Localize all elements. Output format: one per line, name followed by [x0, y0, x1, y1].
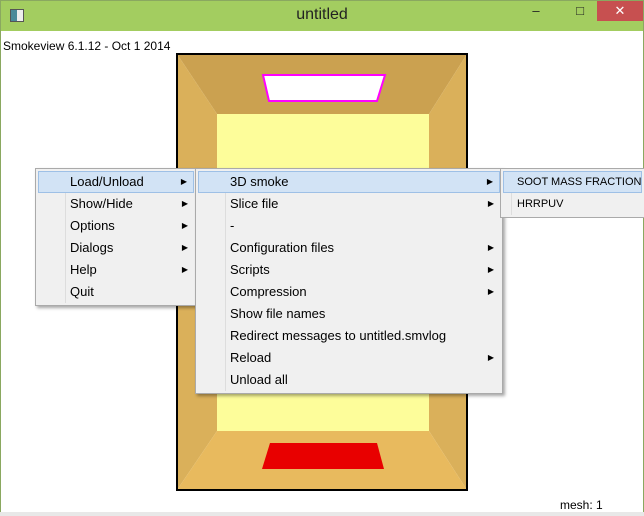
fire-burner — [262, 443, 384, 469]
menu-item-unload-all[interactable]: Unload all — [198, 369, 500, 391]
submenu-arrow-icon: ▶ — [181, 221, 188, 230]
submenu-arrow-icon: ▶ — [181, 243, 188, 252]
menu-item-label: Dialogs — [70, 240, 114, 255]
menu-item-load-unload[interactable]: Load/Unload ▶ — [38, 171, 194, 193]
submenu-arrow-icon: ▶ — [180, 177, 187, 186]
menu-item-dash[interactable]: - — [198, 215, 500, 237]
menu-item-compression[interactable]: Compression ▶ — [198, 281, 500, 303]
menu-item-reload[interactable]: Reload ▶ — [198, 347, 500, 369]
submenu-arrow-icon: ▶ — [487, 265, 494, 274]
menu-item-quit[interactable]: Quit — [38, 281, 194, 303]
title-bar[interactable]: untitled – □ ✕ — [1, 1, 643, 31]
3d-smoke-submenu: SOOT MASS FRACTION HRRPUV — [500, 168, 644, 218]
menu-item-label: Slice file — [230, 196, 279, 211]
menu-item-label: Help — [70, 262, 97, 277]
menu-item-label: Show/Hide — [70, 196, 133, 211]
ceiling-vent — [261, 74, 387, 102]
menu-item-label: Unload all — [230, 372, 288, 387]
menu-item-show-hide[interactable]: Show/Hide ▶ — [38, 193, 194, 215]
menu-item-slice-file[interactable]: Slice file ▶ — [198, 193, 500, 215]
submenu-arrow-icon: ▶ — [487, 243, 494, 252]
menu-item-hrrpuv[interactable]: HRRPUV — [503, 193, 642, 215]
menu-item-soot-mass-fraction[interactable]: SOOT MASS FRACTION — [503, 171, 642, 193]
menu-item-show-file-names[interactable]: Show file names — [198, 303, 500, 325]
minimize-button[interactable]: – — [521, 1, 551, 21]
menu-item-options[interactable]: Options ▶ — [38, 215, 194, 237]
menu-item-scripts[interactable]: Scripts ▶ — [198, 259, 500, 281]
menu-item-label: Options — [70, 218, 115, 233]
submenu-arrow-icon: ▶ — [487, 353, 494, 362]
maximize-button[interactable]: □ — [565, 1, 595, 21]
menu-item-label: Reload — [230, 350, 272, 365]
version-label: Smokeview 6.1.12 - Oct 1 2014 — [3, 39, 171, 53]
menu-item-dialogs[interactable]: Dialogs ▶ — [38, 237, 194, 259]
menu-item-label: Compression — [230, 284, 307, 299]
menu-item-configuration-files[interactable]: Configuration files ▶ — [198, 237, 500, 259]
menu-item-help[interactable]: Help ▶ — [38, 259, 194, 281]
menu-item-label: Show file names — [230, 306, 326, 321]
menu-item-redirect-messages-to-untitled-smvlog[interactable]: Redirect messages to untitled.smvlog — [198, 325, 500, 347]
mesh-label: mesh: 1 — [560, 498, 603, 512]
load-unload-submenu: 3D smoke ▶ Slice file ▶ - Configuration files… — [195, 168, 503, 394]
submenu-arrow-icon: ▶ — [181, 265, 188, 274]
main-popup-menu: Load/Unload ▶ Show/Hide ▶ Options ▶ Dialogs ▶ He… — [35, 168, 197, 306]
menu-item-label: SOOT MASS FRACTION — [517, 176, 642, 188]
menu-item-label: Redirect messages to untitled.smvlog — [230, 328, 447, 343]
menu-item-label: HRRPUV — [517, 198, 564, 210]
menu-item-label: 3D smoke — [230, 174, 289, 189]
menu-item-label: Load/Unload — [70, 174, 144, 189]
close-button[interactable]: ✕ — [597, 1, 643, 21]
menu-item-label: - — [230, 218, 235, 233]
menu-item-3d-smoke[interactable]: 3D smoke ▶ — [198, 171, 500, 193]
menu-item-label: Configuration files — [230, 240, 335, 255]
submenu-arrow-icon: ▶ — [487, 199, 494, 208]
submenu-arrow-icon: ▶ — [486, 177, 493, 186]
menu-item-label: Scripts — [230, 262, 270, 277]
menu-item-label: Quit — [70, 284, 94, 299]
submenu-arrow-icon: ▶ — [181, 199, 188, 208]
submenu-arrow-icon: ▶ — [487, 287, 494, 296]
